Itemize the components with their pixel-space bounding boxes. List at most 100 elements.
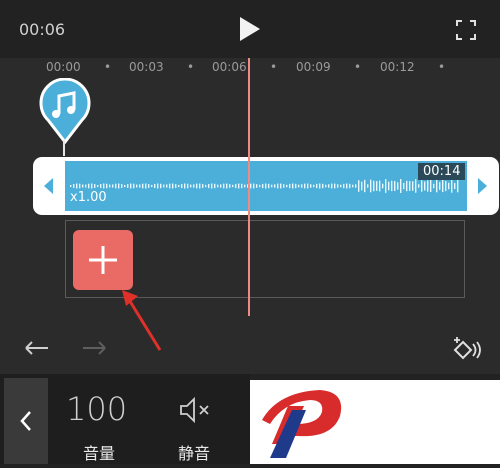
waveform-bar [124, 184, 126, 188]
waveform-bar [367, 184, 369, 188]
playhead[interactable] [248, 58, 250, 316]
waveform-bar [205, 184, 207, 188]
waveform-bar [136, 184, 138, 188]
ruler-dot: • [187, 60, 195, 74]
waveform-bar [412, 181, 414, 191]
waveform-bar [457, 179, 459, 193]
undo-icon[interactable] [22, 336, 52, 358]
mute-icon[interactable] [178, 396, 212, 424]
waveform-bar [148, 184, 150, 188]
waveform-bar [283, 184, 285, 188]
waveform-bar [133, 183, 135, 189]
waveform-bar [190, 184, 192, 188]
ruler-tick: 00:06 [212, 60, 247, 74]
waveform-bar [385, 179, 387, 193]
marker-stem [63, 140, 65, 156]
trim-handle-right[interactable] [478, 178, 487, 194]
ruler-tick: 00:03 [129, 60, 164, 74]
fullscreen-icon[interactable] [456, 20, 476, 40]
waveform-bar [382, 183, 384, 189]
waveform-bar [121, 184, 123, 188]
waveform-bar [265, 183, 267, 189]
waveform-bar [160, 183, 162, 189]
waveform-bar [199, 183, 201, 189]
waveform-bar [352, 184, 354, 188]
waveform-bar [127, 183, 129, 189]
waveform-bar [349, 183, 351, 189]
add-button[interactable] [73, 230, 133, 290]
waveform-bar [166, 184, 168, 188]
redo-icon[interactable] [79, 336, 109, 358]
waveform-bar [289, 183, 291, 189]
waveform-bar [328, 184, 330, 188]
waveform-bar [154, 183, 156, 189]
ruler-dot: • [270, 60, 278, 74]
waveform-bar [139, 184, 141, 188]
ruler-dot: • [438, 60, 446, 74]
waveform-bar [421, 180, 423, 192]
waveform-bar [388, 181, 390, 191]
waveform-bar [376, 181, 378, 191]
keyframe-icon[interactable] [446, 332, 482, 360]
waveform-bar [88, 183, 90, 189]
waveform-bar [196, 183, 198, 189]
annotation-arrow [122, 290, 162, 351]
waveform-bar [340, 184, 342, 188]
waveform-bar [76, 183, 78, 189]
waveform-bar [157, 183, 159, 189]
waveform-bar [430, 179, 432, 193]
waveform-bar [451, 179, 453, 193]
waveform-bar [208, 183, 210, 189]
music-note-icon[interactable] [38, 78, 92, 144]
waveform-bar [238, 183, 240, 189]
waveform-bar [268, 183, 270, 189]
waveform-bar [346, 183, 348, 189]
waveform-bar [355, 184, 357, 188]
waveform-bar [364, 179, 366, 193]
waveform-bar [91, 183, 93, 189]
waveform-bar [250, 183, 252, 189]
trim-handle-left[interactable] [44, 178, 53, 194]
waveform-bar [220, 184, 222, 188]
waveform-bar [295, 183, 297, 189]
waveform-bar [370, 179, 372, 193]
volume-value[interactable]: 100 [66, 390, 127, 428]
brand-logo-icon [262, 390, 342, 458]
waveform-bar [73, 184, 75, 188]
waveform-bar [181, 183, 183, 189]
ruler-tick: 00:12 [380, 60, 415, 74]
waveform-bar [442, 179, 444, 193]
waveform-bar [322, 183, 324, 189]
waveform-bar [427, 180, 429, 192]
waveform-bar [145, 183, 147, 189]
ruler-dot: • [354, 60, 362, 74]
back-button[interactable] [4, 378, 48, 464]
waveform-bar [211, 183, 213, 189]
waveform-bar [358, 180, 360, 192]
waveform-bar [325, 184, 327, 188]
waveform [70, 179, 459, 193]
waveform-bar [202, 184, 204, 188]
waveform-bar [397, 182, 399, 190]
waveform-bar [82, 184, 84, 188]
waveform-bar [304, 183, 306, 189]
waveform-bar [448, 182, 450, 190]
waveform-bar [319, 183, 321, 189]
waveform-bar [331, 183, 333, 189]
waveform-bar [445, 180, 447, 192]
waveform-bar [163, 184, 165, 188]
waveform-bar [175, 184, 177, 188]
waveform-bar [106, 183, 108, 189]
waveform-bar [223, 183, 225, 189]
ruler-tick: 00:00 [46, 60, 81, 74]
waveform-bar [373, 180, 375, 192]
waveform-bar [274, 184, 276, 188]
waveform-bar [394, 180, 396, 192]
waveform-bar [235, 183, 237, 189]
waveform-bar [433, 183, 435, 189]
waveform-bar [241, 183, 243, 189]
waveform-bar [85, 184, 87, 188]
play-icon[interactable] [240, 17, 260, 41]
waveform-bar [379, 180, 381, 192]
waveform-bar [229, 184, 231, 188]
